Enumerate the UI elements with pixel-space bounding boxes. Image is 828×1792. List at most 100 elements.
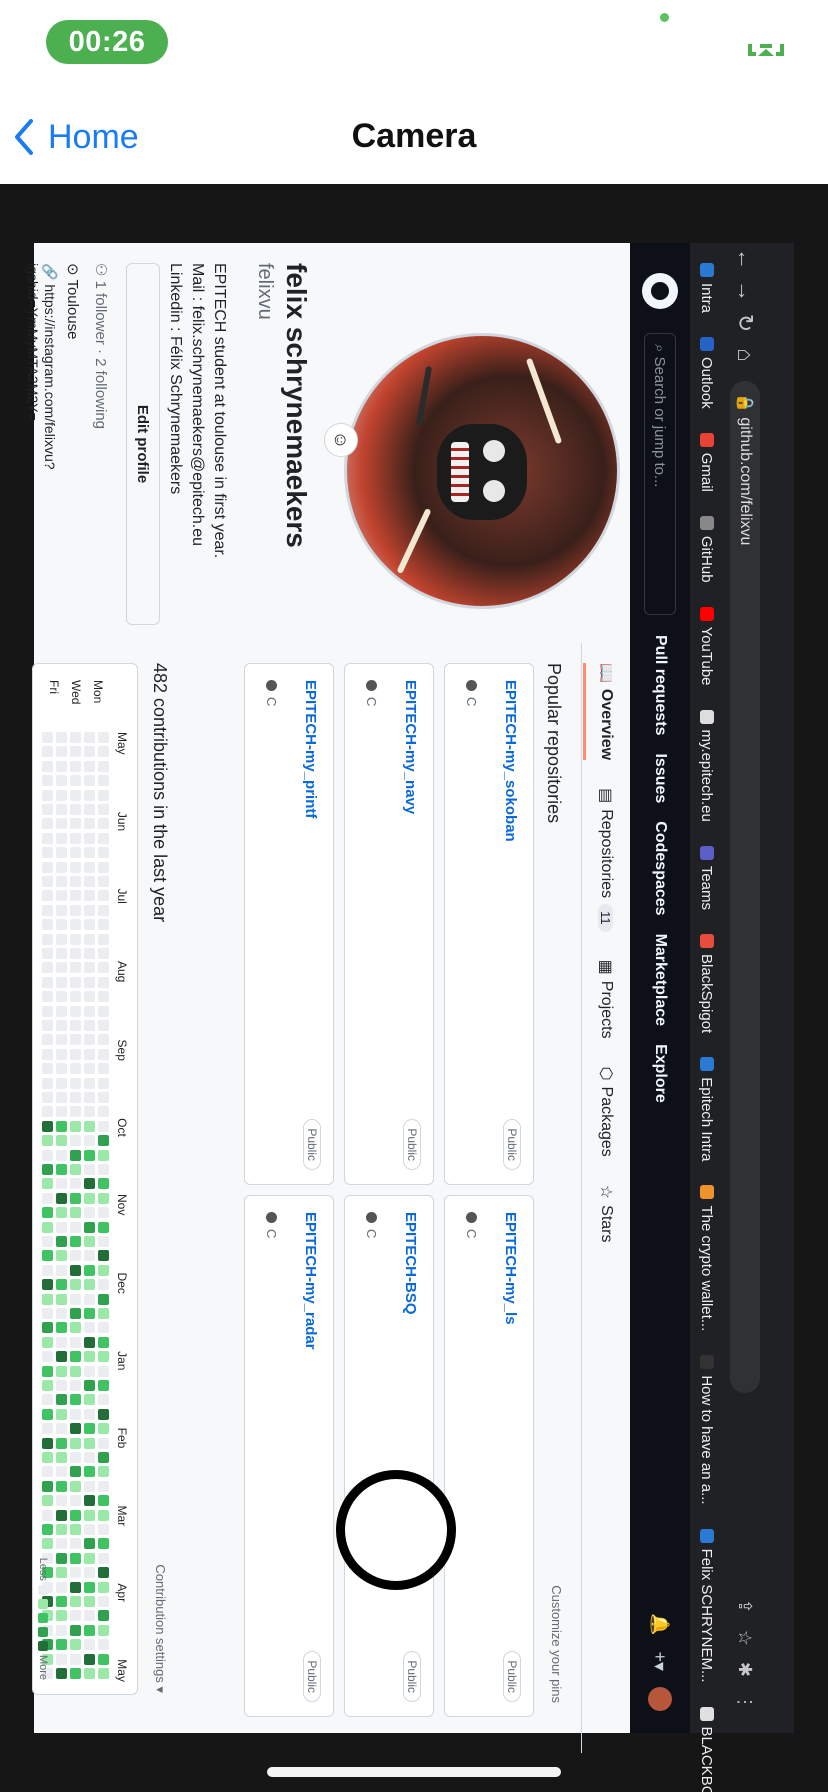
contribution-cell [98,1495,109,1507]
home-icon: ⌂ [733,348,758,362]
bookmark-item: GitHub [699,515,716,583]
repo-name: EPITECH-my_navy [402,680,419,815]
month-label: Jun [115,811,129,832]
contribution-cell [70,1394,81,1406]
bio-line: Mail : felix.schrynemaekers@epitech.eu [189,263,206,547]
shutter-button[interactable] [336,1470,456,1590]
forward-arrow-icon: → [733,280,758,302]
contribution-cell [56,1034,67,1046]
contribution-cell [56,1639,67,1651]
contribution-cell [70,804,81,815]
contribution-cell [98,1552,109,1564]
contribution-cell [84,991,95,1003]
bookmark-star-icon: ☆ [735,1629,756,1646]
repo-card: EPITECH-my_printf Public C [244,663,334,1185]
home-indicator[interactable] [267,1767,561,1777]
contribution-cell [70,760,81,772]
month-label: Dec [115,1272,129,1294]
github-logo-icon [642,273,678,309]
contribution-cell [42,919,53,931]
contribution-cell [42,876,53,887]
camera-preview[interactable]: ← → ↻ ⌂ 🔒 github.com/felixvu ⇪ ☆ ✱ ⋮ Int… [0,184,828,1792]
language-dot-icon [366,680,377,691]
contribution-cell [56,1668,67,1679]
call-time-pill[interactable]: 00:26 [46,20,168,64]
contribution-cell [56,1466,67,1478]
bookmark-favicon-icon [700,606,714,621]
repo-card: EPITECH-my_sokoban Public C [444,663,534,1185]
contribution-cell [56,1236,67,1247]
contribution-cell [42,1466,53,1478]
contribution-cell [70,1120,81,1132]
bookmark-favicon-icon [700,1528,714,1543]
repo-language: C [464,680,479,706]
contribution-cell [42,991,53,1003]
repo-visibility-badge: Public [403,1651,421,1702]
contribution-cell [84,818,95,830]
contribution-cell [42,1221,53,1233]
language-dot-icon [466,1212,477,1223]
contribution-cell [84,1336,95,1348]
repo-icon: ▤ [597,788,614,804]
contribution-cell [84,1279,95,1291]
contribution-cell [56,962,67,974]
avatar-paint-streak [415,365,433,427]
contribution-cell [56,1221,67,1233]
contribution-cell [84,832,95,844]
contribution-cell [70,1336,81,1348]
contribution-cell [98,847,109,859]
tab-repositories: ▤ Repositories 11 [596,788,616,932]
contribution-cell [70,1250,81,1262]
repo-visibility-badge: Public [503,1651,521,1702]
profile-avatar [344,333,620,609]
contribution-cell [42,1480,53,1492]
contribution-cell [98,1380,109,1391]
contribution-cell [42,1207,53,1219]
contribution-cell [42,1365,53,1377]
contribution-cell [84,1668,95,1679]
bookmark-favicon-icon [700,1355,714,1370]
contribution-cell [56,1264,67,1276]
contribution-cell [42,804,53,815]
bookmark-label: Intra [698,283,716,314]
contribution-cell [98,1063,109,1075]
contribution-cell [70,1135,81,1147]
contribution-cell [98,775,109,787]
bookmark-item: Outlook [699,337,716,409]
bookmark-label: Felix SCHRYNEM... [698,1548,716,1683]
bookmark-favicon-icon [700,934,714,948]
contribution-cell [98,962,109,974]
month-label: May [115,1659,129,1682]
legend-swatch [38,1598,48,1609]
contribution-cell [42,1538,53,1550]
contribution-cell [98,732,109,743]
page-title: Camera [351,117,477,155]
contribution-cell [98,818,109,830]
contribution-cell [84,1005,95,1017]
bookmark-item: my.epitech.eu [699,709,716,822]
contribution-cell [56,919,67,931]
contribution-cell [98,1452,109,1463]
contribution-cell [84,1509,95,1521]
day-label: Fri [47,680,61,694]
contribution-cell [70,1236,81,1247]
tab-projects: ▦ Projects [596,960,616,1039]
browser-actions: ⇪ ☆ ✱ ⋮ [735,1599,756,1711]
github-nav-item: Issues [652,753,669,804]
contribution-cell [42,1192,53,1204]
contribution-cell [98,1264,109,1276]
contribution-cell [70,1264,81,1276]
share-icon: ⇪ [735,1598,756,1614]
contribution-cell [56,1250,67,1262]
bookmark-item: BLACKBOX AI [699,1706,716,1792]
screen-mirroring-icon[interactable] [746,40,786,60]
contribution-cell [42,962,53,974]
book-icon: 📖 [597,663,614,683]
repo-name: EPITECH-my_printf [302,680,319,819]
contribution-cell [42,1308,53,1319]
contribution-cell [70,1092,81,1103]
contribution-cell [98,1466,109,1478]
contribution-cell [42,1034,53,1046]
contribution-cell [42,1524,53,1535]
repo-language-label: C [264,1229,279,1239]
